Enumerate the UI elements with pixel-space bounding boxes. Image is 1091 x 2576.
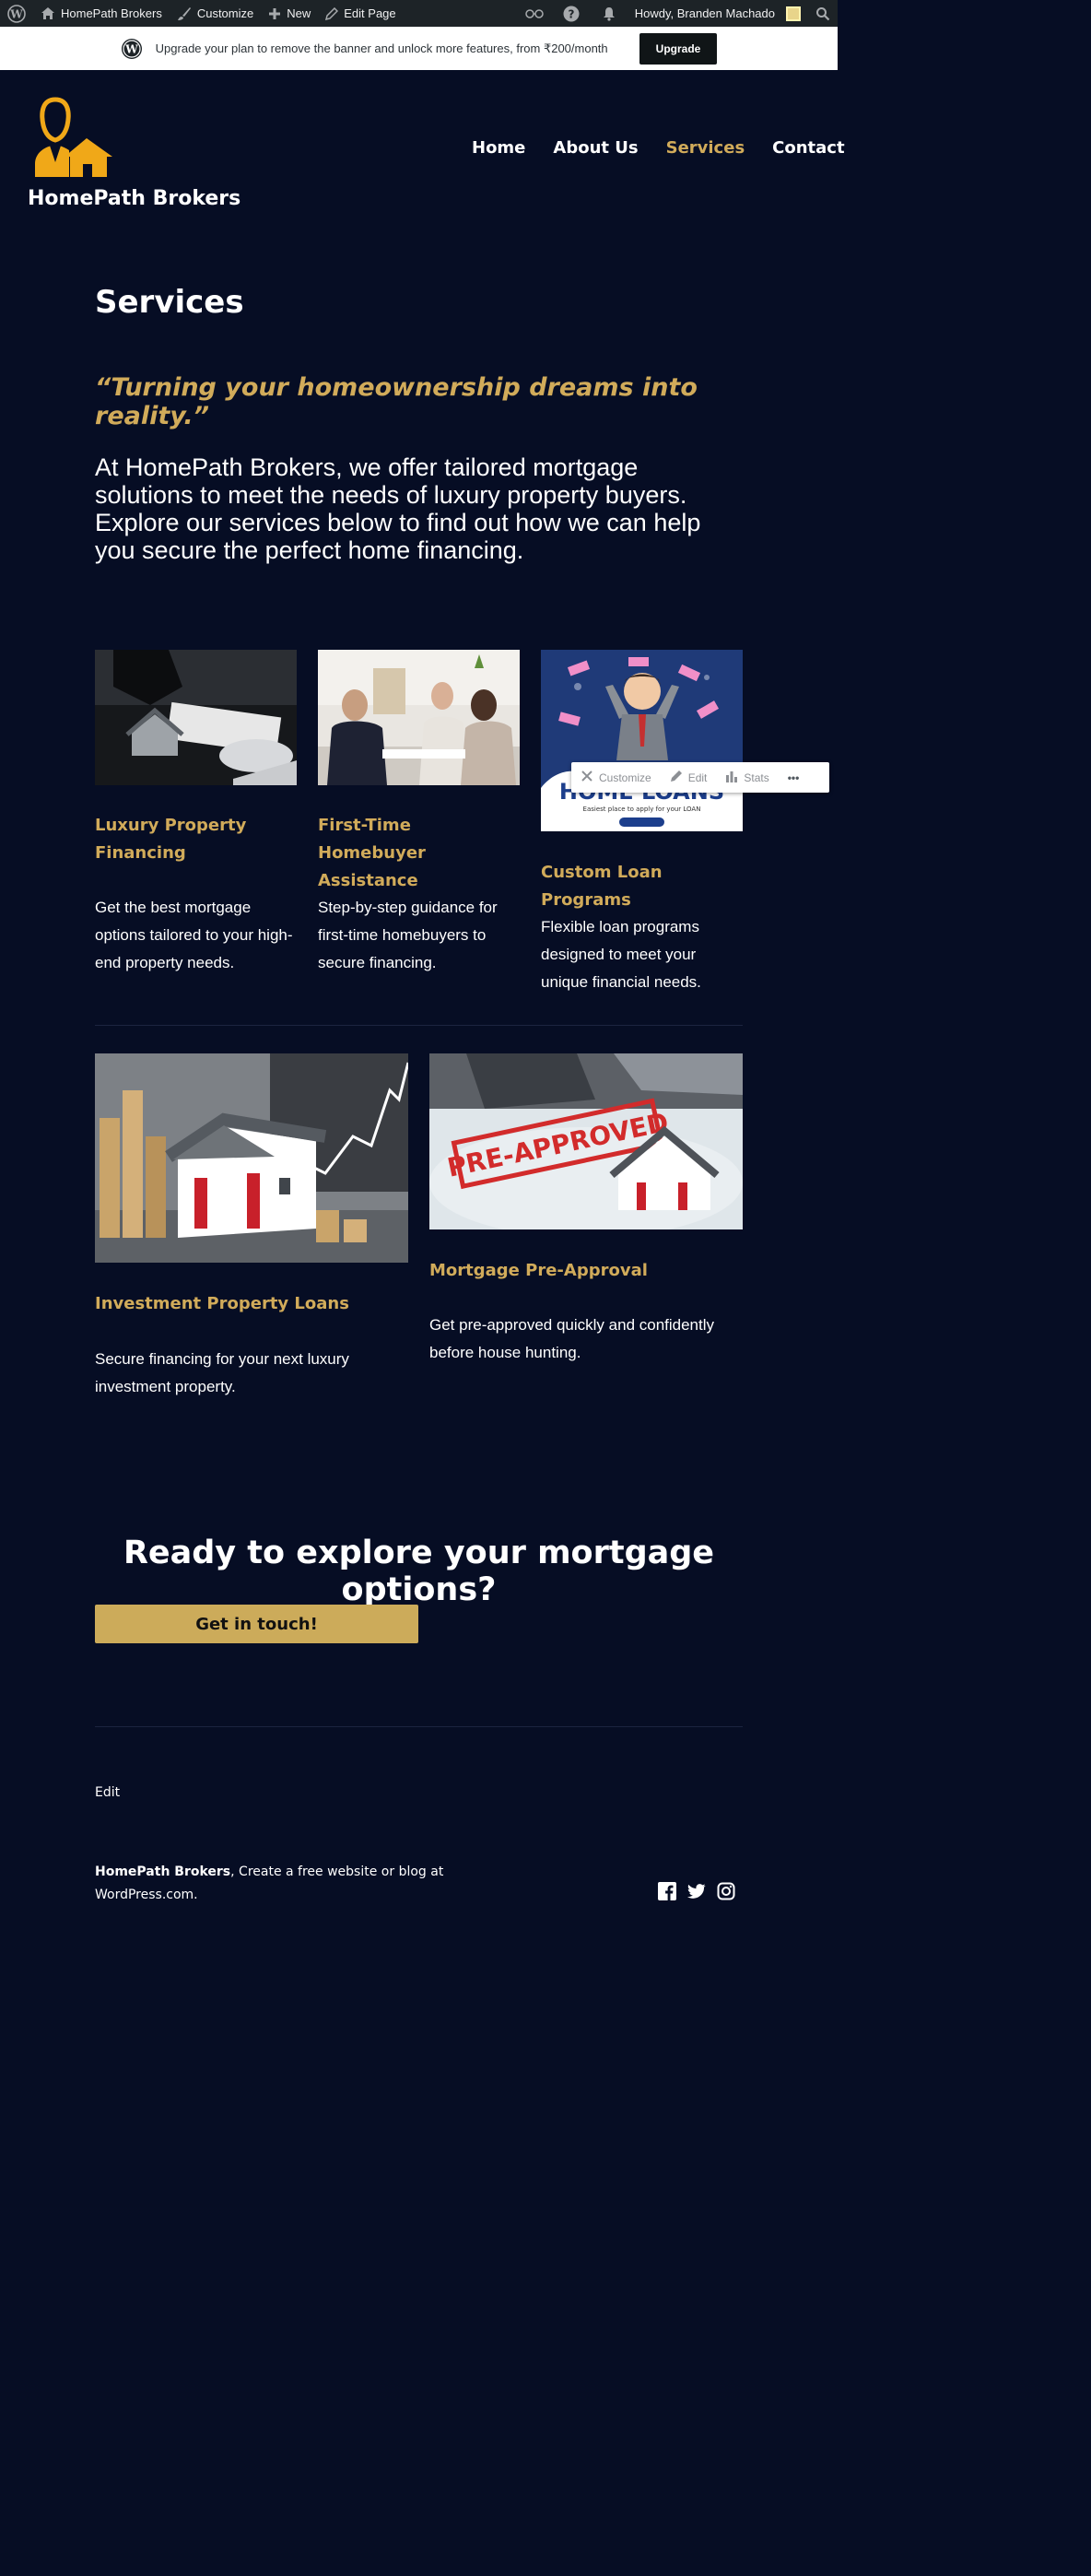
service-text-pre-approval: Get pre-approved quickly and confidently… (429, 1316, 715, 1361)
toolbar-more[interactable]: ••• (779, 771, 809, 784)
edit-link[interactable]: Edit (95, 1785, 120, 1800)
wordpress-icon: W (7, 4, 26, 23)
toolbar-edit-label: Edit (687, 770, 708, 784)
home-loans-image: HOME LOANS Easiest place to apply for yo… (541, 650, 743, 831)
site-title[interactable]: HomePath Brokers (28, 187, 240, 210)
svg-text:?: ? (568, 7, 574, 20)
toolbar-stats-label: Stats (744, 770, 769, 784)
get-in-touch-button[interactable]: Get in touch! (95, 1605, 418, 1643)
luxury-property-image (95, 650, 297, 785)
admin-edit-page-link[interactable]: Edit Page (318, 0, 403, 27)
admin-search-button[interactable] (808, 0, 838, 27)
homebuyer-assistance-image (318, 650, 520, 785)
home-icon (41, 6, 55, 21)
toolbar-stats[interactable]: Stats (716, 770, 778, 785)
footer-site-name[interactable]: HomePath Brokers (95, 1864, 230, 1879)
admin-new-link[interactable]: New (261, 0, 318, 27)
admin-customize-link[interactable]: Customize (170, 0, 261, 27)
service-text-first-time: Step-by-step guidance for first-time hom… (318, 899, 498, 971)
nav-item-home[interactable]: Home (472, 138, 525, 158)
toolbar-customize-label: Customize (599, 770, 651, 784)
intro-paragraph: At HomePath Brokers, we offer tailored m… (95, 453, 701, 564)
stats-icon (725, 770, 738, 785)
site-logo[interactable] (28, 92, 120, 180)
upgrade-banner: W Upgrade your plan to remove the banner… (0, 27, 838, 70)
admin-site-link[interactable]: HomePath Brokers (33, 0, 170, 27)
svg-text:W: W (124, 42, 138, 55)
wordpress-menu[interactable]: W (0, 0, 33, 27)
search-icon (815, 6, 830, 21)
cta-heading: Ready to explore your mortgage options? (123, 1535, 715, 1608)
howdy-label: Howdy, Branden Machado (634, 6, 775, 20)
admin-edit-page-label: Edit Page (344, 6, 396, 20)
nav-item-contact[interactable]: Contact (772, 138, 844, 158)
service-text-investment: Secure financing for your next luxury in… (95, 1350, 349, 1395)
help-button[interactable]: ? (552, 0, 591, 27)
pre-approval-image: PRE-APPROVED (429, 1053, 743, 1229)
banner-text: Upgrade your plan to remove the banner a… (155, 41, 608, 55)
reader-icon (524, 8, 545, 19)
footer-credit: HomePath Brokers, Create a free website … (95, 1861, 445, 1907)
facebook-icon[interactable] (658, 1882, 676, 1900)
service-text-luxury: Get the best mortgage options tailored t… (95, 899, 293, 971)
service-title-luxury: Luxury Property Financing (95, 816, 247, 863)
admin-customize-label: Customize (196, 6, 254, 20)
account-menu[interactable]: Howdy, Branden Machado (628, 0, 808, 27)
reader-button[interactable] (517, 0, 552, 27)
twitter-icon[interactable] (687, 1882, 706, 1900)
investment-property-image (95, 1053, 408, 1263)
admin-site-name: HomePath Brokers (61, 6, 162, 20)
avatar (786, 6, 801, 21)
admin-new-label: New (287, 6, 311, 20)
notifications-button[interactable] (591, 0, 628, 27)
help-icon: ? (563, 6, 580, 22)
brush-icon (177, 6, 192, 21)
page-title: Services (95, 284, 244, 321)
nav-item-about-us[interactable]: About Us (553, 138, 638, 158)
wordpress-icon: W (121, 38, 143, 60)
toolbar-edit[interactable]: Edit (661, 770, 717, 785)
footer-divider (95, 1726, 743, 1727)
upgrade-button[interactable]: Upgrade (639, 32, 718, 65)
pencil-icon (325, 6, 339, 20)
service-text-custom-loan: Flexible loan programs designed to meet … (541, 918, 701, 991)
service-title-custom-loan: Custom Loan Programs (541, 863, 663, 910)
block-toolbar: Customize Edit Stats ••• (571, 762, 829, 793)
plus-icon (268, 7, 281, 20)
service-title-first-time: First-Time Homebuyer Assistance (318, 816, 426, 890)
tools-icon (581, 770, 593, 785)
admin-bar: W HomePath Brokers Customize New Edit Pa… (0, 0, 838, 27)
pencil-icon (670, 770, 683, 785)
nav-item-services[interactable]: Services (666, 138, 745, 158)
section-divider (95, 1025, 743, 1026)
tagline: “Turning your homeownership dreams into … (95, 373, 698, 430)
main-nav: Home About Us Services Contact (472, 138, 845, 158)
service-title-investment: Investment Property Loans (95, 1294, 349, 1313)
toolbar-customize[interactable]: Customize (571, 770, 661, 785)
instagram-icon[interactable] (717, 1882, 735, 1900)
more-label: ••• (787, 770, 800, 784)
bell-icon (602, 6, 616, 21)
service-title-pre-approval: Mortgage Pre-Approval (429, 1261, 648, 1280)
home-loans-image-subtitle: Easiest place to apply for your LOAN (583, 806, 701, 813)
social-links (658, 1882, 735, 1900)
svg-text:W: W (9, 7, 23, 20)
